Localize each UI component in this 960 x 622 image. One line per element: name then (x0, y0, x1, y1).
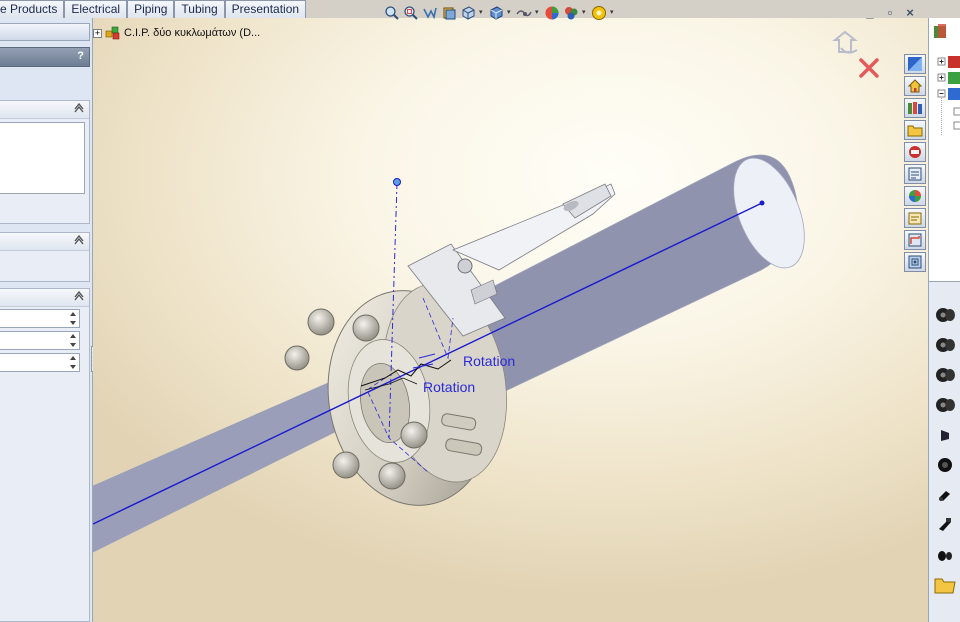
view-orientation-icon[interactable] (460, 5, 476, 21)
collapse-icon[interactable] (73, 103, 85, 115)
cancel-icon[interactable] (859, 58, 879, 78)
task-pane (928, 18, 960, 622)
hide-show-icon[interactable] (516, 5, 532, 21)
library-items (929, 300, 960, 600)
tab-piping[interactable]: Piping (127, 0, 175, 18)
task-pane-tabs (904, 54, 928, 276)
flange-component-icon[interactable] (929, 330, 960, 360)
coupling-component-icon[interactable] (929, 540, 960, 570)
spin-arrows-icon[interactable] (67, 331, 79, 350)
selection-group-header[interactable] (0, 101, 89, 119)
rotation-label-lower: Rotation (423, 379, 475, 395)
library-tree-nodes[interactable] (929, 18, 960, 148)
routing-library-icon (908, 233, 922, 247)
rotation-label-upper: Rotation (463, 353, 515, 369)
zoom-to-fit-icon[interactable] (384, 5, 400, 21)
zoom-area-icon[interactable] (403, 5, 419, 21)
reducer-component-icon[interactable] (929, 420, 960, 450)
home-tab[interactable] (904, 76, 926, 96)
help-button[interactable]: ? (77, 50, 84, 62)
design-library-tab[interactable] (904, 98, 926, 118)
view-palette-icon (908, 57, 922, 71)
property-manager-title-bar: ? (0, 47, 90, 67)
tab-tubing[interactable]: Tubing (174, 0, 225, 18)
view-properties-tab[interactable] (904, 164, 926, 184)
minimize-button[interactable]: _ (864, 6, 876, 19)
heads-up-view-toolbar: ▾ ▾ ▾ ▾ ▾ (384, 5, 616, 21)
custom-properties-icon (908, 212, 922, 225)
selection-group (0, 100, 90, 224)
appearances-tab[interactable] (904, 186, 926, 206)
model-view[interactable]: Rotation Rotation (93, 18, 928, 622)
options-group (0, 232, 90, 282)
home-icon (907, 79, 923, 93)
elbow-component-icon[interactable] (929, 450, 960, 480)
valve-component-icon[interactable] (929, 510, 960, 540)
restore-button[interactable]: ▫ (884, 6, 896, 19)
task-scheduler-tab[interactable] (904, 252, 926, 272)
selection-listbox[interactable] (0, 122, 85, 194)
apply-scene-icon[interactable] (563, 5, 579, 21)
spin-arrows-icon[interactable] (67, 353, 79, 372)
property-manager-header (0, 23, 90, 41)
spin-arrows-icon[interactable] (67, 309, 79, 328)
edit-appearance-icon[interactable] (544, 5, 560, 21)
dropdown-arrow-icon[interactable]: ▾ (479, 5, 485, 21)
close-button[interactable]: × (904, 6, 916, 19)
design-library-icon (908, 102, 922, 114)
display-style-icon[interactable] (488, 5, 504, 21)
flange-component-icon[interactable] (929, 300, 960, 330)
toolbox-icon (909, 146, 921, 158)
flange-component-icon[interactable] (929, 360, 960, 390)
file-explorer-icon (907, 125, 923, 137)
feature-tree-root[interactable]: + C.I.P. δύο κυκλωμάτων (D... (93, 26, 260, 40)
expand-icon[interactable]: + (93, 28, 102, 38)
appearances-icon (909, 190, 921, 202)
task-scheduler-icon (908, 255, 922, 269)
assembly-name: C.I.P. δύο κυκλωμάτων (D... (124, 27, 261, 39)
parameters-group-header[interactable] (0, 289, 89, 307)
assembly-icon (105, 26, 120, 40)
collapse-icon[interactable] (73, 235, 85, 247)
view-settings-icon[interactable] (591, 5, 607, 21)
toolbox-tab[interactable] (904, 142, 926, 162)
graphics-area[interactable]: Rotation Rotation + C.I.P. δύο κυκλωμάτω… (93, 18, 928, 622)
dropdown-arrow-icon[interactable]: ▾ (535, 5, 541, 21)
tab-electrical[interactable]: Electrical (64, 0, 128, 18)
previous-view-icon[interactable] (422, 5, 438, 21)
design-library-tree (929, 18, 960, 282)
confirmation-corner (832, 30, 879, 78)
options-group-header[interactable] (0, 233, 89, 251)
custom-properties-tab[interactable] (904, 208, 926, 228)
property-manager-panel: ? (0, 18, 93, 622)
view-palette-tab[interactable] (904, 54, 926, 74)
tab-products[interactable]: e Products (0, 0, 65, 18)
flange-component-icon[interactable] (929, 390, 960, 420)
dropdown-arrow-icon[interactable]: ▾ (610, 5, 616, 21)
command-manager-tabs: e Products Electrical Piping Tubing Pres… (0, 0, 307, 18)
view-properties-icon (908, 167, 922, 181)
section-view-icon[interactable] (441, 5, 457, 21)
tee-component-icon[interactable] (929, 480, 960, 510)
rebuild-ok-icon[interactable] (832, 30, 858, 54)
parameters-group (0, 288, 90, 622)
dropdown-arrow-icon[interactable]: ▾ (582, 5, 588, 21)
library-folder-icon[interactable] (929, 570, 960, 600)
file-explorer-tab[interactable] (904, 120, 926, 140)
tab-presentation[interactable]: Presentation (224, 0, 307, 18)
dropdown-arrow-icon[interactable]: ▾ (507, 5, 513, 21)
routing-library-tab[interactable] (904, 230, 926, 250)
document-window-controls: _ ▫ × (864, 6, 916, 19)
collapse-icon[interactable] (73, 291, 85, 303)
